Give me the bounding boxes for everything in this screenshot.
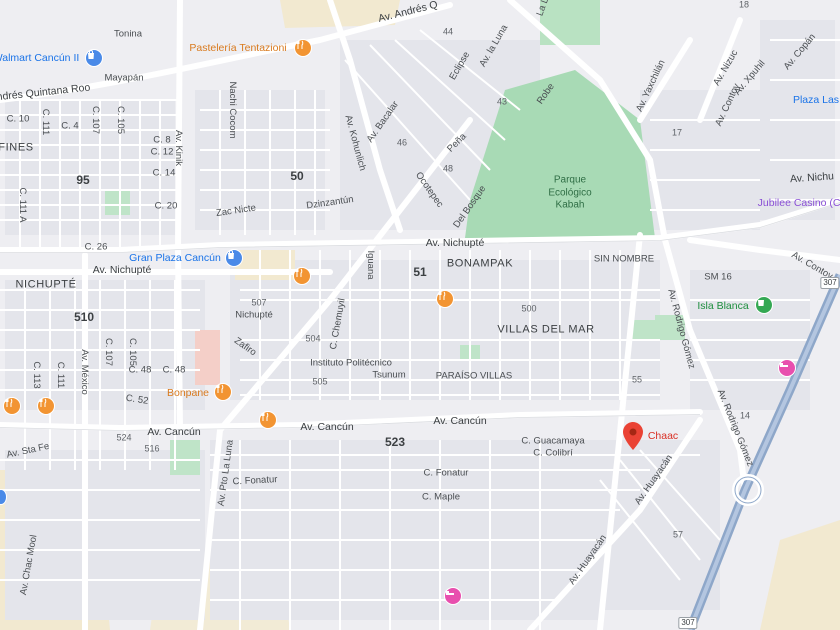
block-number: 14 [739, 410, 751, 421]
block-number: 523 [384, 435, 406, 449]
street-label: C. 111 [54, 361, 66, 389]
street-label: Av. Cancún [147, 425, 201, 438]
block-number: 55 [631, 374, 643, 385]
shopping-bag-icon[interactable] [85, 49, 103, 67]
street-label: C. 20 [154, 200, 178, 212]
commercial-area [195, 330, 220, 385]
poi-label-jubilee[interactable]: Jubilee Casino (Ca [758, 198, 840, 209]
street-label: C. 113 [30, 361, 42, 389]
map-canvas[interactable]: Parque Ecológico Kabah Av. Andrés Q Andr… [0, 0, 840, 630]
street-label: C. 105 [126, 338, 138, 366]
street-label: Av. Cancún [433, 414, 487, 427]
block-number: 18 [738, 0, 750, 10]
block-number: 44 [442, 26, 454, 37]
highway-shield: 307 [678, 617, 698, 629]
block-number: 57 [672, 529, 684, 540]
street-label: C. 105 [114, 106, 126, 134]
block-number: 510 [73, 310, 95, 324]
street-label: C. Maple [421, 491, 461, 503]
street-label: Av. Cancún [300, 420, 354, 433]
block-number: 46 [396, 137, 408, 148]
neighborhood-label: BONAMPAK [446, 257, 514, 270]
block-number: 504 [305, 333, 321, 344]
fork-knife-icon[interactable] [293, 267, 311, 285]
street-label: SM 16 [704, 271, 732, 283]
poi-label-isla-blanca[interactable]: Isla Blanca [697, 301, 748, 312]
bed-icon[interactable] [778, 359, 796, 377]
poi-label-gran-plaza[interactable]: Gran Plaza Cancún [129, 253, 221, 264]
street-label: Av. Kinik [172, 129, 184, 167]
street-label: SIN NOMBRE [593, 253, 655, 265]
map-pin-icon[interactable] [623, 422, 643, 450]
block-number: 48 [442, 163, 454, 174]
block-number: 505 [312, 376, 328, 387]
bed-icon[interactable] [444, 587, 462, 605]
street-label: C. 48 [162, 364, 186, 376]
block-number: 95 [76, 173, 90, 187]
poi-label-bonpane[interactable]: Bonpane [167, 388, 209, 399]
map-base-layer [0, 0, 840, 630]
street-label: Tonina [114, 28, 142, 40]
fork-knife-icon[interactable] [3, 397, 21, 415]
street-label: C. 111 A [16, 187, 28, 223]
street-label: C. 48 [128, 364, 152, 376]
fork-knife-icon[interactable] [214, 383, 232, 401]
neighborhood-label: FINES [0, 141, 34, 154]
fork-knife-icon[interactable] [37, 397, 55, 415]
street-label: C. 26 [84, 241, 108, 253]
street-label: C. Colibrí [533, 447, 573, 459]
block-number: 17 [671, 127, 683, 138]
street-label: C. Fonatur [232, 474, 278, 488]
street-label: Av. Nichupté [92, 263, 152, 276]
poi-label-walmart[interactable]: Walmart Cancún II [0, 53, 79, 64]
street-label: C. Fonatur [423, 467, 469, 479]
street-label: PARAÍSO VILLAS [435, 370, 513, 382]
block-number: 43 [496, 96, 508, 107]
block-number: 51 [413, 265, 427, 279]
shopping-bag-icon[interactable] [225, 249, 243, 267]
block-number: 524 [116, 432, 132, 443]
highway-shield: 307 [820, 277, 840, 289]
street-label: Av. México [78, 349, 90, 395]
block-number: 500 [521, 303, 537, 314]
fork-knife-icon[interactable] [436, 290, 454, 308]
street-label: Instituto Politécnico [310, 357, 392, 369]
street-label: C. 4 [61, 120, 79, 132]
street-label: Mayapán [104, 72, 144, 84]
street-label: C. 107 [102, 338, 114, 366]
street-label: Tsunum [372, 369, 406, 381]
street-label: Nichupté [235, 309, 273, 321]
street-label: C. 14 [152, 167, 176, 179]
neighborhood-label: VILLAS DEL MAR [497, 323, 595, 336]
fork-knife-icon[interactable] [294, 39, 312, 57]
street-label: C. 12 [150, 146, 174, 158]
poi-label-pasteleria[interactable]: Pastelería Tentazioni [189, 43, 286, 54]
fork-knife-icon[interactable] [259, 411, 277, 429]
neighborhood-label: NICHUPTÉ [15, 278, 77, 291]
street-label: C. 111 [39, 108, 51, 136]
street-label: Iguana [364, 250, 376, 280]
block-number: 507 [251, 297, 267, 308]
street-label: C. 10 [6, 113, 30, 125]
street-label: Nachi Cocom [226, 81, 238, 139]
street-label: Av. Nichupté [425, 236, 485, 249]
poi-label-plaza[interactable]: Plaza Las [793, 95, 839, 106]
street-label: C. 8 [153, 134, 171, 146]
street-label: C. Guacamaya [521, 435, 585, 447]
street-label: C. 107 [89, 106, 101, 134]
block-number: 516 [144, 443, 160, 454]
poi-label-chaac[interactable]: Chaac [648, 431, 678, 442]
park-label[interactable]: Parque Ecológico Kabah [535, 174, 605, 212]
block-number: 50 [290, 169, 304, 183]
shopping-bag-icon[interactable] [755, 296, 773, 314]
